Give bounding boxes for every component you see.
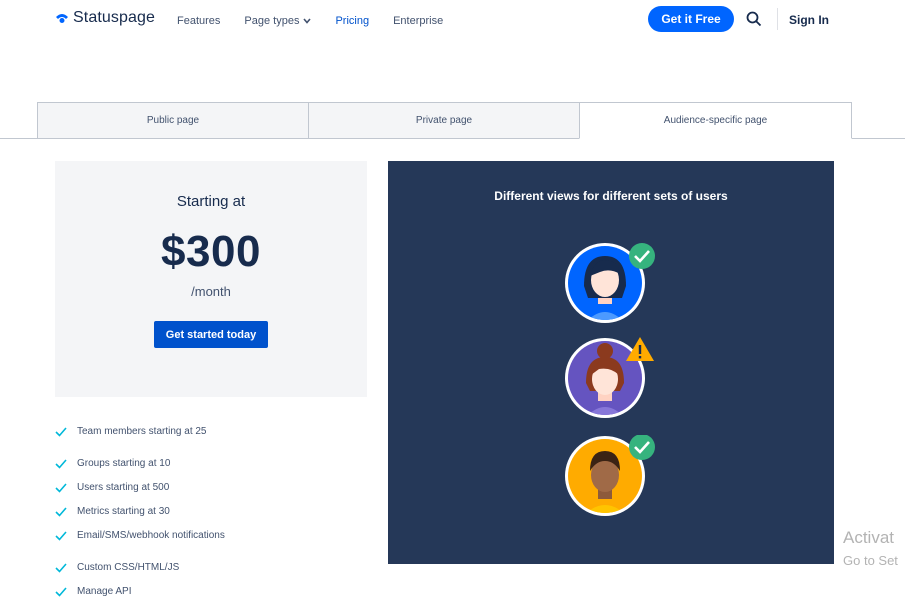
avatar-user-2: [564, 337, 654, 419]
nav-pricing-label: Pricing: [335, 15, 370, 27]
activation-watermark-subtitle: Go to Set: [843, 553, 898, 568]
nav-features[interactable]: Features: [177, 15, 220, 27]
avatar-illustration: [565, 243, 655, 323]
logo-text: Statuspage: [73, 9, 155, 26]
avatar-user-1: [564, 242, 655, 324]
check-icon: [55, 458, 67, 469]
feature-text: Email/SMS/webhook notifications: [77, 530, 225, 541]
nav-enterprise[interactable]: Enterprise: [393, 15, 443, 27]
tab-audience-specific-page[interactable]: Audience-specific page: [579, 102, 852, 139]
check-icon: [55, 586, 67, 597]
statuspage-logo[interactable]: Statuspage: [55, 9, 155, 27]
check-icon: [55, 426, 67, 437]
feature-text: Users starting at 500: [77, 482, 170, 493]
feature-item: Metrics starting at 30: [55, 506, 170, 517]
feature-text: Groups starting at 10: [77, 458, 171, 469]
feature-item: Team members starting at 25: [55, 426, 207, 437]
feature-item: Groups starting at 10: [55, 458, 170, 469]
main-nav: Features Page types Pricing Enterprise: [177, 15, 467, 27]
tab-public-page[interactable]: Public page: [37, 102, 309, 139]
avatar-illustration: [565, 434, 655, 516]
feature-text: Custom CSS/HTML/JS: [77, 562, 180, 573]
nav-features-label: Features: [177, 15, 221, 27]
audience-illustration-panel: Different views for different sets of us…: [388, 161, 834, 564]
illustration-title: Different views for different sets of us…: [494, 189, 728, 203]
avatar-illustration: [565, 337, 654, 418]
starting-at-label: Starting at: [176, 193, 246, 210]
statuspage-logo-icon: [56, 14, 68, 23]
search-icon[interactable]: [746, 11, 762, 27]
sign-in-link[interactable]: Sign In: [789, 13, 829, 27]
check-icon: [55, 530, 67, 541]
tab-private-page[interactable]: Private page: [308, 102, 580, 139]
feature-item: Users starting at 500: [55, 482, 169, 493]
feature-text: Manage API: [77, 586, 132, 597]
price-period: /month: [191, 284, 231, 299]
feature-text: Team members starting at 25: [77, 426, 207, 437]
header-divider: [777, 8, 778, 30]
pricing-card: Starting at $300 /month Get started toda…: [55, 161, 367, 397]
price-amount: $300: [161, 227, 261, 276]
check-icon: [55, 506, 67, 517]
get-started-button[interactable]: Get started today: [154, 321, 268, 348]
feature-text: Metrics starting at 30: [77, 506, 170, 517]
feature-item: Custom CSS/HTML/JS: [55, 562, 179, 573]
nav-page-types-label: Page types: [244, 15, 300, 27]
nav-enterprise-label: Enterprise: [393, 15, 444, 27]
feature-item: Email/SMS/webhook notifications: [55, 530, 225, 541]
chevron-down-icon: [303, 18, 312, 24]
nav-page-types[interactable]: Page types: [244, 15, 312, 27]
get-it-free-button[interactable]: Get it Free: [648, 6, 734, 32]
check-icon: [55, 562, 67, 573]
nav-pricing[interactable]: Pricing: [335, 15, 369, 27]
check-icon: [55, 482, 67, 493]
feature-item: Manage API: [55, 586, 131, 597]
avatar-user-3: [564, 434, 655, 517]
activation-watermark-title: Activat: [843, 528, 895, 547]
